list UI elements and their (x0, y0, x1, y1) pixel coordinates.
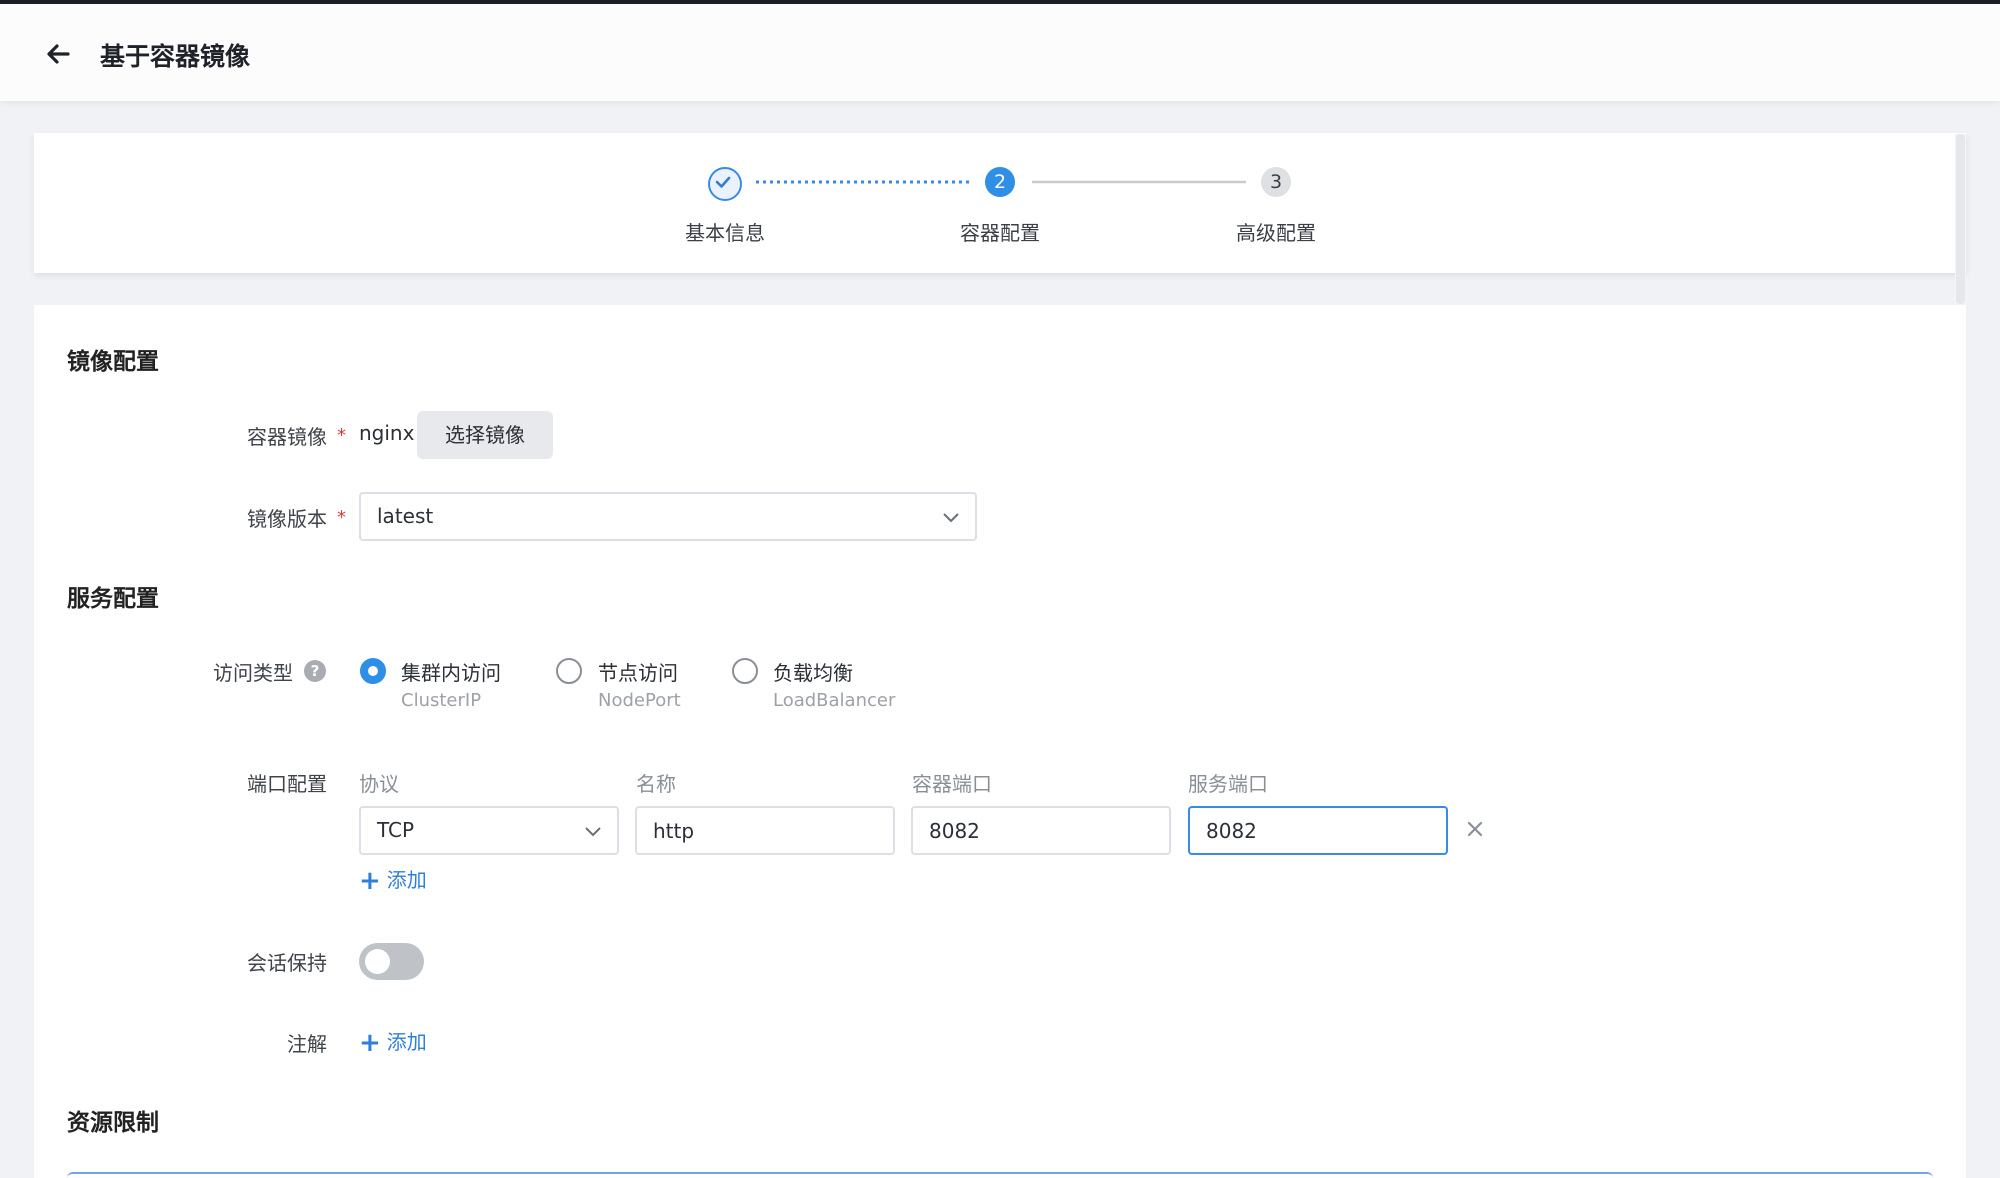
port-config-label: 端口配置 (247, 772, 327, 796)
image-version-select[interactable]: latest (359, 492, 977, 541)
session-label: 会话保持 (247, 951, 327, 975)
add-annotation-button[interactable]: + 添加 (359, 1026, 427, 1058)
radio-node-port[interactable] (556, 658, 582, 684)
back-arrow-icon[interactable] (38, 34, 78, 74)
chevron-down-icon (943, 513, 959, 523)
radio-load-balancer[interactable] (732, 658, 758, 684)
required-mark: * (337, 425, 346, 446)
toggle-knob (365, 949, 390, 974)
radio-cluster-ip-sub: ClusterIP (401, 690, 482, 711)
radio-node-port-sub: NodePort (598, 690, 681, 711)
session-toggle[interactable] (359, 943, 424, 980)
protocol-select[interactable]: TCP (359, 806, 619, 855)
col-name: 名称 (636, 772, 676, 796)
page-title: 基于容器镜像 (100, 42, 251, 71)
service-port-input[interactable] (1188, 806, 1448, 855)
scrollbar-thumb[interactable] (1956, 134, 1965, 304)
annotation-label: 注解 (287, 1032, 327, 1056)
protocol-value: TCP (377, 818, 415, 842)
plus-icon: + (359, 1028, 381, 1058)
stepper: 基本信息 2 容器配置 3 高级配置 (34, 133, 1966, 273)
chevron-down-icon (585, 827, 601, 837)
plus-icon: + (359, 866, 381, 896)
radio-load-balancer-label[interactable]: 负载均衡 (773, 657, 853, 686)
add-port-button[interactable]: + 添加 (359, 864, 427, 896)
step-3-badge: 3 (1261, 167, 1291, 197)
radio-cluster-ip-label[interactable]: 集群内访问 (401, 657, 501, 686)
container-port-input[interactable] (911, 806, 1171, 855)
select-image-button[interactable]: 选择镜像 (417, 411, 553, 459)
section-resource-limits: 资源限制 (67, 1110, 159, 1136)
col-service-port: 服务端口 (1188, 772, 1268, 796)
help-icon[interactable]: ? (304, 660, 326, 682)
step-2-label: 容器配置 (960, 221, 1040, 245)
step-2-badge: 2 (985, 167, 1015, 197)
container-image-value: nginx (359, 421, 415, 445)
remove-row-close-icon[interactable] (1462, 816, 1488, 842)
next-panel-edge (67, 1172, 1933, 1178)
add-annotation-label: 添加 (386, 1030, 427, 1054)
image-version-label: 镜像版本 (247, 507, 327, 531)
col-protocol: 协议 (359, 772, 399, 796)
required-mark: * (337, 507, 346, 528)
step-3-label: 高级配置 (1236, 221, 1316, 245)
section-image-config: 镜像配置 (67, 349, 159, 375)
add-port-label: 添加 (386, 868, 427, 892)
col-container-port: 容器端口 (912, 772, 992, 796)
access-type-label: 访问类型 (213, 661, 293, 685)
radio-cluster-ip[interactable] (360, 658, 386, 684)
page-header: 基于容器镜像 (0, 4, 2000, 101)
image-version-value: latest (377, 504, 434, 528)
container-image-label: 容器镜像 (247, 425, 327, 449)
section-service-config: 服务配置 (67, 586, 159, 612)
radio-load-balancer-sub: LoadBalancer (773, 690, 896, 711)
radio-node-port-label[interactable]: 节点访问 (598, 657, 678, 686)
step-1-check-icon (708, 167, 742, 201)
step-1-label: 基本信息 (685, 221, 765, 245)
port-name-input[interactable] (635, 806, 895, 855)
